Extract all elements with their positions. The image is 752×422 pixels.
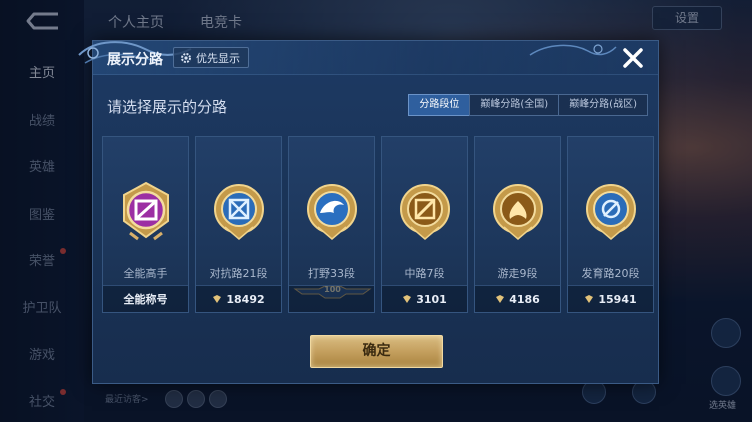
lane-card-footer: 4186 <box>475 285 560 312</box>
lane-card-footer: 18492 <box>196 285 281 312</box>
dialog-title: 展示分路 <box>107 52 163 68</box>
diamond-points-icon <box>403 295 412 303</box>
confirm-button[interactable]: 确定 <box>310 335 443 368</box>
priority-display-label: 优先显示 <box>196 51 240 65</box>
lane-card-mid[interactable]: 中路7段 3101 <box>381 136 468 313</box>
lane-rank-text: 发育路20段 <box>581 267 640 280</box>
lane-rank-text: 打野33段 <box>308 267 355 280</box>
cloud-swirl-decoration <box>529 44 617 56</box>
lane-rank-text: 游走9段 <box>497 267 538 280</box>
tab-lane-rank[interactable]: 分路段位 <box>408 94 471 116</box>
clash-lane-emblem-icon <box>214 184 264 240</box>
diamond-points-icon <box>213 295 222 303</box>
lane-card-roam[interactable]: 游走9段 4186 <box>474 136 561 313</box>
lane-card-allround[interactable]: 全能高手 全能称号 <box>102 136 189 313</box>
allround-emblem-icon <box>123 181 169 241</box>
lane-card-footer: 3101 <box>382 285 467 312</box>
mid-lane-emblem-icon <box>400 184 450 240</box>
lane-card-jungle[interactable]: 打野33段 100 <box>288 136 375 313</box>
lane-card-footer: 15941 <box>568 285 653 312</box>
lane-type-tabs: 分路段位 巅峰分路(全国) 巅峰分路(战区) <box>408 94 648 116</box>
gear-icon <box>181 52 191 63</box>
priority-display-button[interactable]: 优先显示 <box>173 47 249 68</box>
lane-rank-text: 中路7段 <box>404 267 445 280</box>
diamond-points-icon <box>496 295 505 303</box>
farm-lane-emblem-icon <box>586 184 636 240</box>
lane-card-farm[interactable]: 发育路20段 15941 <box>567 136 654 313</box>
lane-display-dialog: 展示分路 优先显示 请选择展示的分路 分路段位 巅峰分路(全国) 巅峰分路(战区… <box>78 40 659 384</box>
diamond-points-icon <box>585 295 594 303</box>
tab-peak-national[interactable]: 巅峰分路(全国) <box>469 94 560 116</box>
jungle-emblem-icon <box>307 184 357 240</box>
close-icon[interactable] <box>620 45 646 71</box>
dialog-subtitle: 请选择展示的分路 <box>107 98 228 116</box>
lane-card-footer: 全能称号 <box>103 285 188 312</box>
lane-rank-text: 对抗路21段 <box>209 267 268 280</box>
tab-peak-region[interactable]: 巅峰分路(战区) <box>558 94 648 116</box>
lane-card-clash[interactable]: 对抗路21段 18492 <box>195 136 282 313</box>
lane-rank-text: 全能高手 <box>123 267 168 280</box>
roam-emblem-icon <box>493 184 543 240</box>
lane-card-footer <box>289 285 374 312</box>
